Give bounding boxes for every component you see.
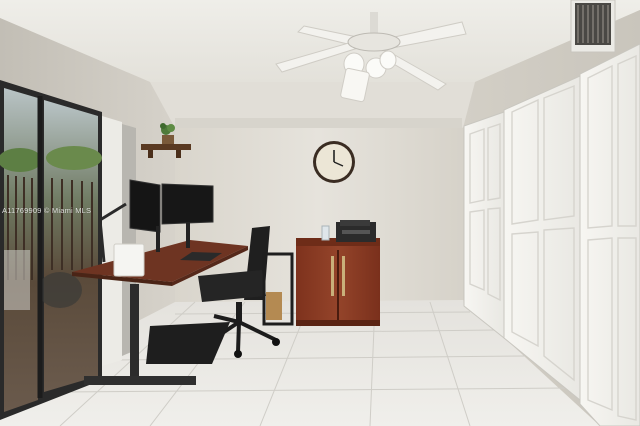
air-vent: [570, 0, 616, 53]
bottle: [321, 225, 330, 241]
curtain: [102, 116, 122, 366]
sliding-glass-door: [0, 80, 102, 420]
printer: [336, 220, 376, 242]
wall-clock: [313, 141, 355, 183]
white-speaker: [113, 243, 145, 277]
mls-watermark: A11769909 © Miami MLS: [2, 206, 92, 215]
wooden-cabinet: [296, 238, 380, 326]
room-photo: [0, 0, 640, 426]
